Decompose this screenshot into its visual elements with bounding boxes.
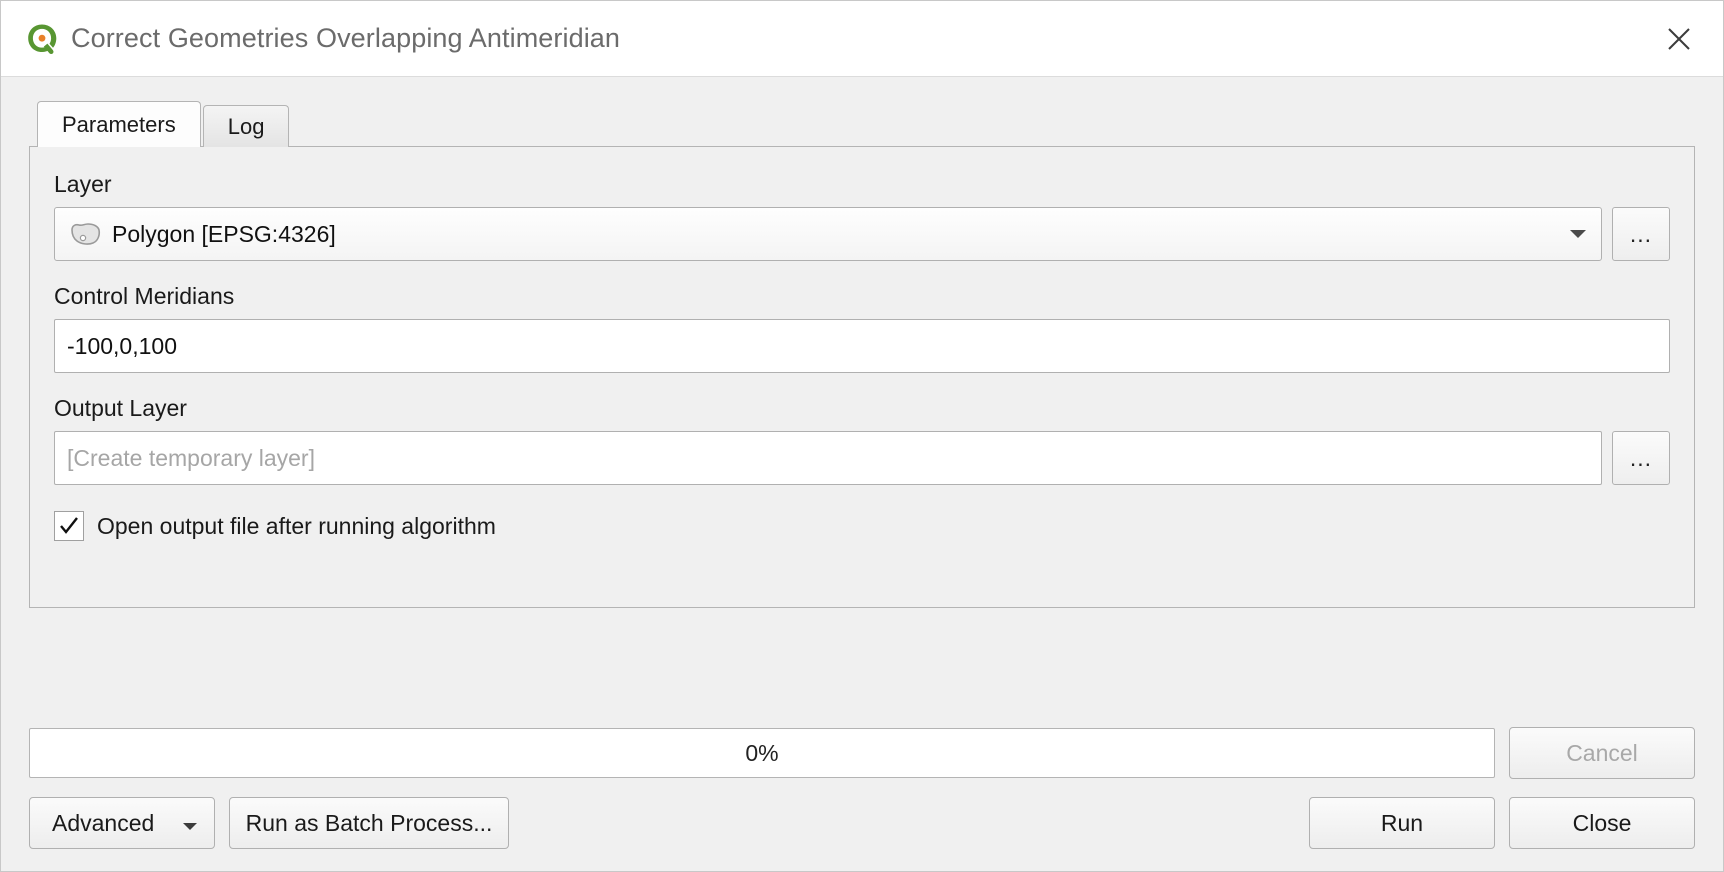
action-buttons-row: Advanced Run as Batch Process... Run Clo…: [29, 797, 1695, 849]
window-title: Correct Geometries Overlapping Antimerid…: [71, 23, 621, 53]
output-layer-row: [Create temporary layer] ...: [54, 431, 1670, 485]
cancel-button[interactable]: Cancel: [1509, 727, 1695, 779]
chevron-down-icon[interactable]: [1563, 219, 1593, 249]
progress-bar: 0%: [29, 728, 1495, 778]
tab-bar: Parameters Log: [37, 101, 1695, 147]
polygon-layer-icon: [69, 221, 103, 247]
run-as-batch-button-label: Run as Batch Process...: [245, 809, 493, 836]
open-output-checkbox-row[interactable]: Open output file after running algorithm: [54, 511, 1670, 541]
advanced-button[interactable]: Advanced: [29, 797, 215, 849]
close-button[interactable]: Close: [1509, 797, 1695, 849]
output-layer-label: Output Layer: [54, 395, 187, 421]
tab-parameters[interactable]: Parameters: [37, 101, 201, 147]
dialog-footer: 0% Cancel Advanced Run as Batch Process.…: [1, 727, 1723, 871]
output-layer-browse-button[interactable]: ...: [1612, 431, 1670, 485]
cancel-button-label: Cancel: [1566, 739, 1638, 766]
advanced-button-label: Advanced: [52, 809, 155, 836]
layer-row: Polygon [EPSG:4326] ...: [54, 207, 1670, 261]
open-output-checkbox[interactable]: [54, 511, 84, 541]
run-button-label: Run: [1380, 809, 1424, 836]
qgis-logo-icon: [25, 22, 59, 56]
titlebar: Correct Geometries Overlapping Antimerid…: [1, 1, 1723, 77]
layer-value: Polygon [EPSG:4326]: [112, 220, 336, 247]
run-as-batch-button[interactable]: Run as Batch Process...: [229, 797, 509, 849]
control-meridians-label: Control Meridians: [54, 283, 235, 309]
chevron-down-icon: [182, 810, 198, 837]
tab-log-label: Log: [227, 113, 265, 139]
run-button[interactable]: Run: [1309, 797, 1495, 849]
checkmark-icon: [60, 517, 78, 534]
layer-browse-button[interactable]: ...: [1612, 207, 1670, 261]
layer-label: Layer: [54, 171, 112, 197]
close-icon[interactable]: [1657, 17, 1701, 61]
layer-combobox[interactable]: Polygon [EPSG:4326]: [54, 207, 1602, 261]
titlebar-left: Correct Geometries Overlapping Antimerid…: [25, 22, 1657, 56]
dialog-body: Parameters Log Layer Polygon [EPSG:4326]: [1, 77, 1723, 727]
control-meridians-row: -100,0,100: [54, 319, 1670, 373]
parameters-panel: Layer Polygon [EPSG:4326] ... Control Me…: [29, 146, 1695, 608]
control-meridians-input[interactable]: -100,0,100: [54, 319, 1670, 373]
close-button-label: Close: [1572, 809, 1632, 836]
processing-algorithm-dialog: Correct Geometries Overlapping Antimerid…: [0, 0, 1724, 872]
output-layer-input[interactable]: [Create temporary layer]: [54, 431, 1602, 485]
progress-text: 0%: [745, 739, 779, 766]
open-output-label: Open output file after running algorithm: [97, 512, 496, 539]
tab-parameters-label: Parameters: [62, 111, 176, 137]
tab-log[interactable]: Log: [202, 105, 290, 147]
progress-row: 0% Cancel: [29, 727, 1695, 779]
